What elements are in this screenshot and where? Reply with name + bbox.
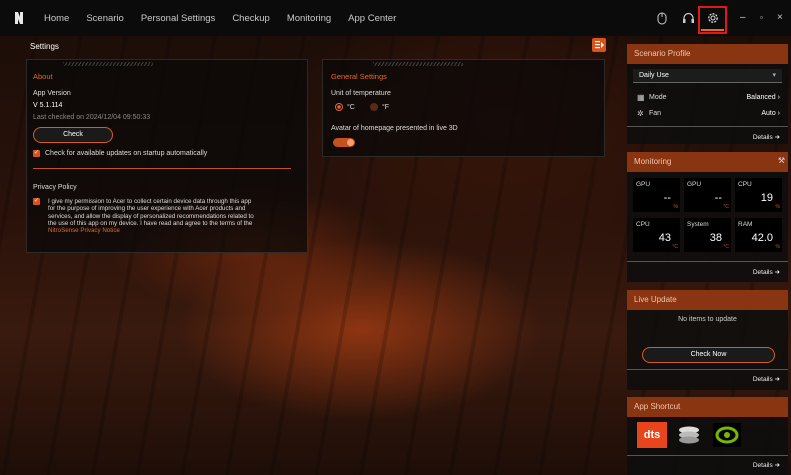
- privacy-notice-link[interactable]: NitroSense Privacy Notice: [48, 227, 254, 234]
- divider: [33, 168, 291, 169]
- mode-value[interactable]: Balanced ›: [747, 94, 780, 101]
- gpu-temp-cell: GPU -- °C: [684, 178, 731, 212]
- fan-label: Fan: [649, 110, 662, 117]
- divider: [627, 455, 788, 456]
- unit-temperature-label: Unit of temperature: [331, 90, 391, 97]
- privacy-line-4: the use of this app on my device. I have…: [48, 219, 253, 227]
- live-update-panel: Live Update No items to update Check Now…: [627, 290, 788, 390]
- general-settings-panel: General Settings Unit of temperature °C …: [322, 59, 605, 157]
- fahrenheit-radio[interactable]: [370, 103, 378, 111]
- panel-hatch: [63, 62, 153, 66]
- wrench-icon[interactable]: ⚒: [778, 156, 785, 165]
- fahrenheit-label: °F: [382, 104, 390, 111]
- nav-scenario[interactable]: Scenario: [86, 13, 124, 24]
- nvidia-icon[interactable]: [713, 423, 741, 447]
- avatar-3d-toggle[interactable]: [333, 138, 355, 147]
- app-shortcut-title: App Shortcut: [627, 397, 788, 417]
- top-bar: Home Scenario Personal Settings Checkup …: [0, 0, 791, 36]
- main-nav: Home Scenario Personal Settings Checkup …: [44, 0, 413, 36]
- privacy-text: I give my permission to Acer to collect …: [48, 198, 254, 234]
- about-panel: About App Version V 5.1.114 Last checked…: [26, 59, 308, 253]
- dts-icon[interactable]: dts: [637, 422, 667, 448]
- mouse-icon[interactable]: [654, 10, 670, 26]
- privacy-checkbox[interactable]: ✓: [33, 198, 40, 205]
- celsius-label: °C: [347, 104, 355, 111]
- nav-checkup[interactable]: Checkup: [232, 13, 270, 24]
- monitoring-title: Monitoring: [627, 152, 788, 172]
- celsius-radio[interactable]: [335, 103, 343, 111]
- app-version-label: App Version: [33, 90, 71, 97]
- scenario-selected: Daily Use: [639, 72, 669, 79]
- about-title: About: [33, 72, 53, 81]
- settings-active-indicator: [701, 29, 724, 31]
- collapse-panel-icon[interactable]: [592, 38, 606, 52]
- disk-icon[interactable]: [677, 424, 701, 446]
- privacy-title: Privacy Policy: [33, 184, 77, 191]
- ram-usage-cell: RAM 42.0%: [735, 218, 782, 252]
- fan-value[interactable]: Auto ›: [761, 110, 780, 117]
- fan-icon: ✲: [637, 109, 644, 118]
- cpu-temp-cell: CPU 43 °C: [633, 218, 680, 252]
- mode-label: Mode: [649, 94, 667, 101]
- page-title: Settings: [30, 42, 59, 51]
- panel-hatch: [373, 62, 463, 66]
- nav-personal-settings[interactable]: Personal Settings: [141, 13, 215, 24]
- auto-update-checkbox[interactable]: ✓: [33, 150, 40, 157]
- last-checked-text: Last checked on 2024/12/04 09:50:33: [33, 114, 151, 121]
- check-button[interactable]: Check: [33, 127, 113, 143]
- scenario-dropdown[interactable]: Daily Use ▾: [633, 69, 782, 83]
- no-updates-text: No items to update: [678, 316, 737, 323]
- auto-update-label: Check for available updates on startup a…: [45, 150, 208, 157]
- scenario-profile-title: Scenario Profile: [627, 44, 788, 64]
- nav-monitoring[interactable]: Monitoring: [287, 13, 331, 24]
- mode-icon: ▦: [637, 93, 645, 102]
- maximize-button[interactable]: ▫: [760, 13, 763, 22]
- app-version-value: V 5.1.114: [33, 102, 63, 109]
- gpu-usage-cell: GPU --%: [633, 178, 680, 212]
- privacy-line-1: I give my permission to Acer to collect …: [48, 198, 252, 205]
- nitro-logo-icon: [15, 12, 23, 24]
- nav-home[interactable]: Home: [44, 13, 69, 24]
- avatar-3d-label: Avatar of homepage presented in live 3D: [331, 125, 458, 132]
- app-shortcut-details-link[interactable]: Details ➜: [753, 461, 780, 469]
- scenario-details-link[interactable]: Details ➜: [753, 133, 780, 141]
- chevron-down-icon: ▾: [772, 72, 776, 79]
- divider: [627, 126, 788, 127]
- general-settings-title: General Settings: [331, 72, 387, 81]
- cpu-usage-cell: CPU 19%: [735, 178, 782, 212]
- system-temp-cell: System 38 °C: [684, 218, 731, 252]
- live-update-details-link[interactable]: Details ➜: [753, 375, 780, 383]
- divider: [627, 261, 788, 262]
- monitoring-panel: Monitoring ⚒ GPU --% GPU -- °C CPU 19% CPU 43…: [627, 152, 788, 282]
- check-now-button[interactable]: Check Now: [642, 347, 775, 363]
- privacy-line-3: services, and allow the display of perso…: [48, 212, 254, 220]
- monitoring-details-link[interactable]: Details ➜: [753, 268, 780, 276]
- live-update-title: Live Update: [627, 290, 788, 310]
- nav-app-center[interactable]: App Center: [348, 13, 396, 24]
- minimize-button[interactable]: –: [740, 12, 746, 23]
- app-shortcut-panel: App Shortcut dts Details ➜: [627, 397, 788, 475]
- privacy-line-2: for the purpose of improving the user ex…: [48, 205, 246, 213]
- headset-icon[interactable]: [680, 10, 696, 26]
- scenario-profile-panel: Scenario Profile Daily Use ▾ ▦ Mode Bala…: [627, 44, 788, 144]
- divider: [627, 369, 788, 370]
- close-button[interactable]: ×: [777, 12, 783, 23]
